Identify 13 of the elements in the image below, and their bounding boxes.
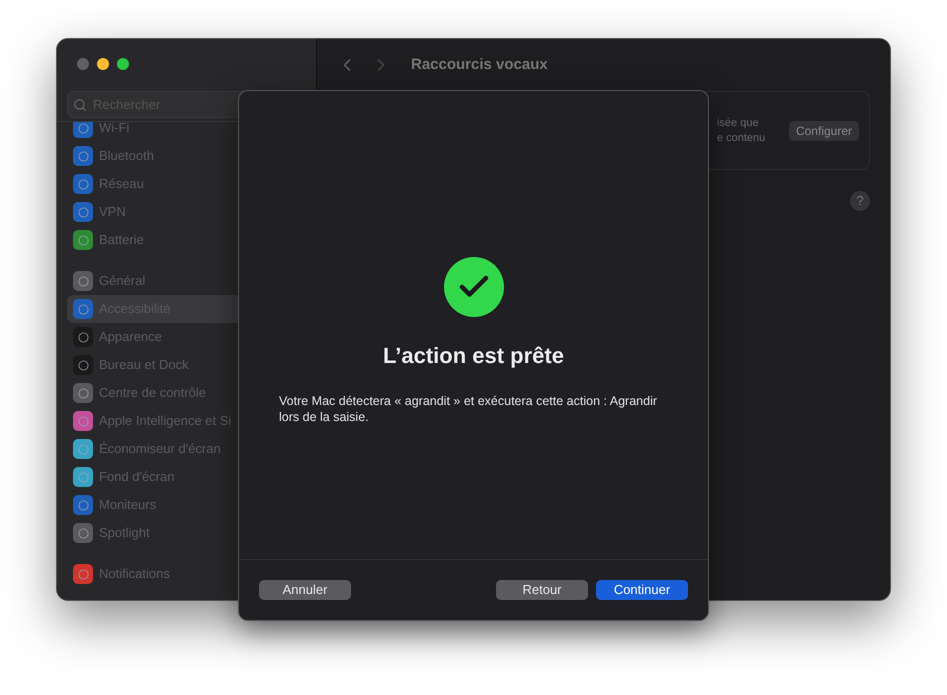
dialog-button[interactable]: Annuler	[259, 580, 351, 600]
configure-button[interactable]: Configurer	[788, 120, 859, 140]
card-text: isée que	[716, 116, 760, 130]
zoom-button[interactable]	[117, 58, 129, 70]
dialog-button[interactable]: Retour	[496, 580, 588, 600]
card-text: e contenu	[716, 130, 766, 146]
dialog-button[interactable]: Continuer	[596, 580, 688, 600]
minimize-button[interactable]	[97, 58, 109, 70]
search-icon	[73, 98, 87, 112]
dialog-title: L’action est prête	[383, 342, 564, 370]
window-title: Raccourcis vocaux	[411, 54, 548, 75]
help-button[interactable]: ?	[850, 191, 870, 211]
close-button[interactable]	[77, 58, 89, 70]
